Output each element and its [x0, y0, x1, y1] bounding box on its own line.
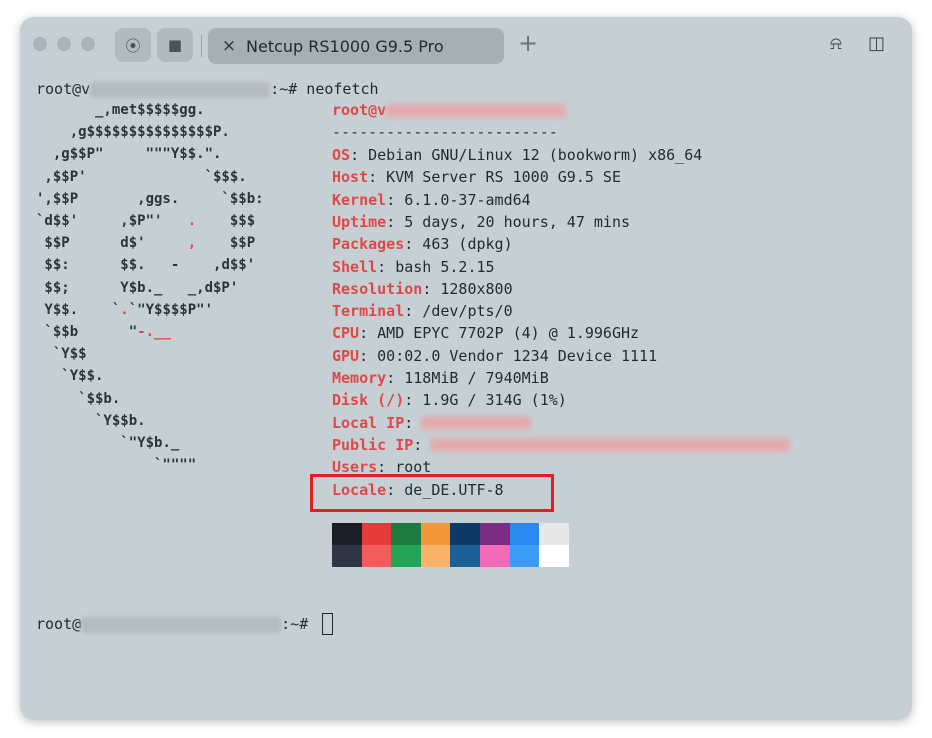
redacted-local-ip — [421, 416, 532, 431]
info-row: Shell: bash 5.2.15 — [332, 257, 495, 276]
terminal-cursor — [322, 613, 333, 635]
redacted-public-ip — [430, 438, 791, 453]
color-swatch — [391, 545, 422, 567]
ascii-art-line: $$P d$' , $$P — [36, 235, 256, 252]
prompt-user: root@v — [36, 80, 91, 98]
prompt-line-2: root@ :~# — [36, 614, 308, 634]
info-row: GPU: 00:02.0 Vendor 1234 Device 1111 — [332, 346, 658, 365]
info-separator: ------------------------- — [332, 123, 558, 141]
color-swatch — [420, 545, 451, 567]
ascii-art-line: `"Y$b._ — [36, 435, 180, 451]
locale-highlight-box — [310, 474, 554, 512]
info-user: root@v — [332, 100, 567, 120]
prompt-user: root@ — [36, 615, 82, 633]
ascii-art-line: ',$$P ,ggs. `$$b: — [36, 190, 264, 207]
redacted-hostname — [81, 616, 282, 633]
ascii-art-line: ,$$P' `$$$. — [36, 168, 247, 185]
info-row: CPU: AMD EPYC 7702P (4) @ 1.996GHz — [332, 324, 640, 343]
ascii-art-line: `Y$$b. — [36, 412, 146, 429]
info-row: Packages: 463 (dpkg) — [332, 235, 513, 254]
ascii-art-line: $$; Y$b._ _,d$P' — [36, 279, 239, 296]
info-row: Host: KVM Server RS 1000 G9.5 SE — [332, 168, 621, 187]
info-row: Memory: 118MiB / 7940MiB — [332, 369, 549, 387]
color-swatch — [420, 523, 451, 545]
prompt-command: :~# neofetch — [270, 80, 379, 98]
info-row: Public IP: — [332, 435, 791, 455]
ascii-art-line: ,g$$P" """Y$$.". — [36, 146, 222, 163]
prompt-line-1: root@v :~# neofetch — [36, 79, 379, 99]
color-swatch — [361, 545, 392, 567]
ascii-art-line: Y$$. `.`"Y$$$$P"' — [36, 301, 214, 318]
info-row: OS: Debian GNU/Linux 12 (bookworm) x86_6… — [332, 146, 703, 164]
color-swatch — [391, 523, 422, 545]
info-row: Disk (/): 1.9G / 314G (1%) — [332, 391, 567, 410]
ascii-art-line: `d$$' ,$P"' . $$$ — [36, 213, 256, 229]
ascii-art-line: `"""" — [36, 457, 197, 474]
prompt-suffix: :~# — [281, 615, 309, 633]
ascii-art-line: `$$b "-.__ — [36, 324, 171, 340]
info-row: Terminal: /dev/pts/0 — [332, 302, 513, 321]
color-swatch — [332, 523, 362, 545]
color-swatch — [509, 523, 540, 545]
color-swatch — [509, 545, 540, 567]
info-row: Local IP: — [332, 413, 532, 433]
redacted-hostname — [90, 81, 271, 98]
color-swatch — [480, 523, 510, 545]
ascii-art-line: ,g$$$$$$$$$$$$$$$P. — [36, 124, 230, 141]
terminal-window: ⦿ ■ × Netcup RS1000 G9.5 Pro + ⍾ ◫ root@… — [20, 17, 912, 720]
color-swatch — [539, 545, 570, 567]
color-swatch — [450, 523, 481, 545]
info-row: Kernel: 6.1.0-37-amd64 — [332, 190, 531, 209]
redacted-hostname-red — [386, 103, 567, 118]
color-swatch — [480, 545, 510, 567]
color-swatch — [539, 523, 570, 545]
info-row: Resolution: 1280x800 — [332, 279, 513, 298]
ascii-art-line: `$$b. — [36, 390, 121, 407]
ascii-art-line: _,met$$$$$gg. — [36, 102, 205, 118]
color-swatch — [332, 545, 362, 567]
ascii-art-line: $$: $$. - ,d$$' — [36, 257, 256, 274]
color-swatch — [450, 545, 481, 567]
ascii-art-line: `Y$$ — [36, 346, 87, 363]
color-swatch — [361, 523, 392, 545]
terminal-output[interactable]: root@v :~# neofetch _,met$$$$$gg. ,g$$$$$… — [20, 17, 912, 720]
ascii-art-line: `Y$$. — [36, 368, 104, 385]
info-row: Uptime: 5 days, 20 hours, 47 mins — [332, 212, 631, 231]
